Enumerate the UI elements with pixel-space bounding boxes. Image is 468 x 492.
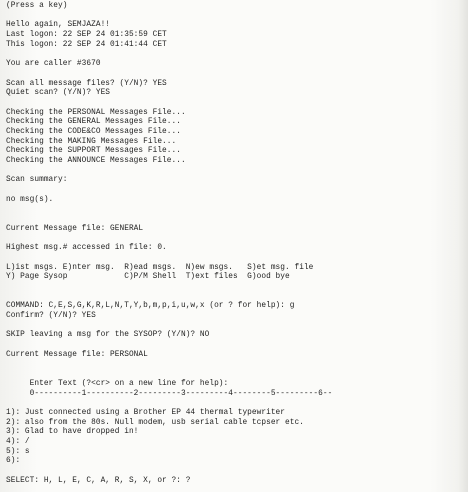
printout-line: Enter Text (?<cr> on a new line for help… xyxy=(6,379,229,388)
printout-line xyxy=(6,370,332,380)
printout-line xyxy=(6,50,332,60)
printout-line: Highest msg.# accessed in file: 0. xyxy=(6,244,167,253)
paper-edge-shadow xyxy=(458,0,468,492)
printout-line: Checking the CODE&CO Messages File... xyxy=(6,127,181,136)
printout-line: 4): / xyxy=(6,437,30,446)
printout-line xyxy=(6,467,332,477)
printout-line: Current Message file: GENERAL xyxy=(6,224,144,233)
printout-line: SKIP leaving a msg for the SYSOP? (Y/N)?… xyxy=(6,331,210,340)
printout-line xyxy=(6,167,332,177)
printout-line: Scan all message files? (Y/N)? YES xyxy=(6,79,167,88)
printout-line xyxy=(6,99,332,109)
printout-line xyxy=(6,283,332,293)
printout-line xyxy=(6,399,332,409)
printout-line: (Press a key) xyxy=(6,2,68,10)
printout-line: 1): Just connected using a Brother EP 44… xyxy=(6,408,286,417)
printout-line xyxy=(6,341,332,351)
printout-line: Current Message file: PERSONAL xyxy=(6,350,148,359)
printout-line xyxy=(6,215,332,225)
printout-line: SELECT: H, L, E, C, A, R, S, X, or ?: ? xyxy=(6,476,191,485)
printout-line: COMMAND: C,E,S,G,K,R,L,N,T,Y,b,m,p,i,u,w… xyxy=(6,302,295,311)
printout-line: 0----------1----------2---------3-------… xyxy=(6,389,333,398)
printout-line xyxy=(6,254,332,264)
printout-line: Checking the SUPPORT Messages File... xyxy=(6,147,181,156)
printout-line: 6): xyxy=(6,457,21,466)
printout-line: Confirm? (Y/N)? YES xyxy=(6,312,96,320)
printout-line: no msg(s). xyxy=(6,195,54,204)
printout-line: 5): s xyxy=(6,447,30,456)
printout-line: 2): also from the 80s. Null modem, usb s… xyxy=(6,418,304,427)
printout-line: Quiet scan? (Y/N)? YES xyxy=(6,89,111,98)
printout-line: Scan summary: xyxy=(6,176,68,185)
printout-line: Checking the PERSONAL Messages File... xyxy=(6,108,186,117)
terminal-printout-text: (Press a key) Hello again, SEMJAZA!! Last … xyxy=(6,2,332,486)
printout-line xyxy=(6,186,332,196)
printout-line xyxy=(6,205,332,215)
printout-line: Hello again, SEMJAZA!! xyxy=(6,21,111,30)
printout-line xyxy=(6,322,332,332)
printout-line xyxy=(6,235,332,245)
printout-line xyxy=(6,360,332,370)
printout-line xyxy=(6,293,332,303)
thermal-printout-paper: (Press a key) Hello again, SEMJAZA!! Last … xyxy=(0,0,468,492)
printout-line xyxy=(6,70,332,80)
printout-line: You are caller #3670 xyxy=(6,60,101,69)
printout-line: This logon: 22 SEP 24 01:41:44 CET xyxy=(6,40,167,49)
printout-line: L)ist msgs. E)nter msg. R)ead msgs. N)ew… xyxy=(6,263,314,272)
printout-line: Checking the ANNOUNCE Messages File... xyxy=(6,157,186,165)
printout-line: Y) Page Sysop C)P/M Shell T)ext files G)… xyxy=(6,273,290,282)
printout-line: Last logon: 22 SEP 24 01:35:59 CET xyxy=(6,31,167,40)
printout-line: Checking the GENERAL Messages File... xyxy=(6,118,181,127)
printout-line: 3): Glad to have dropped in! xyxy=(6,428,139,437)
printout-line xyxy=(6,12,332,22)
printout-line: Checking the MAKING Messages File... xyxy=(6,137,177,146)
